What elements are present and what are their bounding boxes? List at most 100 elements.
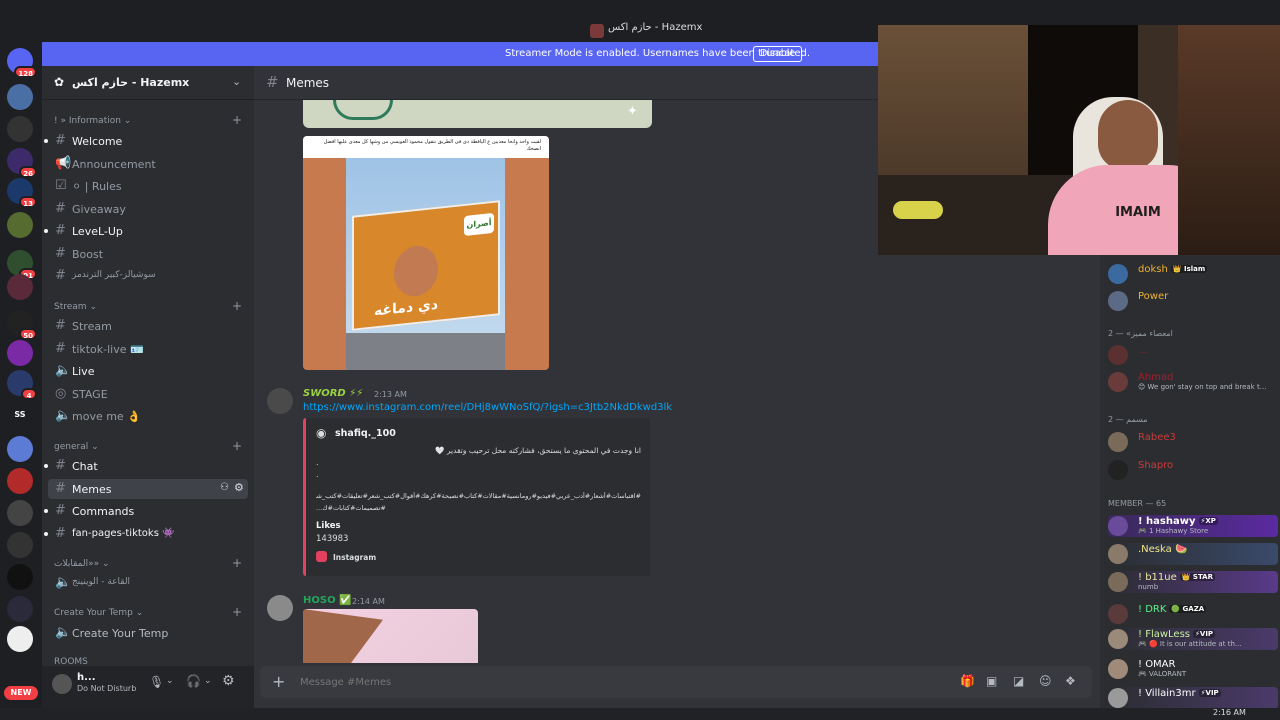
add-channel-button[interactable]: + xyxy=(232,605,242,619)
member-item[interactable]: ! OMAR 🎮 VALORANT xyxy=(1108,658,1278,680)
meme-image-attachment[interactable]: لقيت واحد وانحا معديين ع اليافطة دى فى ا… xyxy=(303,136,549,370)
member-item[interactable]: doksh 👑 Islam xyxy=(1108,263,1278,285)
member-item[interactable]: Rabee3 xyxy=(1108,431,1278,453)
chevron-down-icon: ⌄ xyxy=(232,75,242,88)
channel-rules[interactable]: ☑ ⚪ | Rules xyxy=(48,176,248,196)
channel-tiktok-live[interactable]: # tiktok-live 🪪 xyxy=(48,339,248,359)
add-channel-button[interactable]: + xyxy=(232,556,242,570)
channel-giveaway[interactable]: # Giveaway xyxy=(48,199,248,219)
apps-icon[interactable]: ❖ xyxy=(1065,674,1076,688)
add-channel-button[interactable]: + xyxy=(232,439,242,453)
message-input[interactable] xyxy=(300,672,900,692)
channel-label: tiktok-live 🪪 xyxy=(72,343,144,356)
message-link[interactable]: https://www.instagram.com/reel/DHj8wWNoS… xyxy=(303,402,672,413)
channel-boost[interactable]: # Boost xyxy=(48,244,248,264)
direct-messages-icon[interactable]: 128 xyxy=(7,48,37,78)
image-attachment[interactable] xyxy=(303,609,478,663)
member-item[interactable]: ! Villain3mr ⚡VIP xyxy=(1108,687,1278,709)
member-item[interactable]: ! b11ue 👑 STAR numb xyxy=(1108,571,1278,593)
add-attachment-icon[interactable]: + xyxy=(272,672,285,691)
server-icon[interactable] xyxy=(7,532,33,558)
server-icon[interactable] xyxy=(7,564,33,590)
server-icon[interactable] xyxy=(7,436,33,462)
server-badge: 50 xyxy=(19,328,37,340)
server-icon[interactable] xyxy=(7,500,33,526)
previous-image-attachment[interactable]: ✦ xyxy=(303,100,652,128)
channel-stream[interactable]: # Stream xyxy=(48,316,248,336)
gear-icon[interactable]: ⚙ xyxy=(234,481,244,494)
channel-chat[interactable]: # Chat xyxy=(44,456,248,476)
channel-social[interactable]: # سوشيالز-كبير الترندمز xyxy=(48,266,248,286)
person-head xyxy=(1098,100,1158,170)
gif-icon[interactable]: ▣ xyxy=(986,674,997,688)
server-icon[interactable] xyxy=(7,274,33,300)
server-icon[interactable] xyxy=(7,212,33,238)
hash-icon: # xyxy=(55,246,66,261)
member-item[interactable]: Power xyxy=(1108,290,1278,312)
member-item[interactable]: Ahmad 😊 We gon' stay on top and break t..… xyxy=(1108,371,1278,393)
disable-streamer-mode-button[interactable]: Disable xyxy=(753,46,803,62)
guild-header[interactable]: ✿ حازم اكس - Hazemx ⌄ xyxy=(42,66,254,100)
channel-announcement[interactable]: 📢 Announcement xyxy=(48,154,248,174)
invite-icon[interactable]: ⚇ xyxy=(220,482,229,493)
message-author[interactable]: HOSO ✅ xyxy=(303,595,352,606)
member-item[interactable]: ! DRK 🟢 GAZA xyxy=(1108,603,1278,625)
member-tag: ⚡VIP xyxy=(1193,630,1216,638)
channel-ar-room[interactable]: 🔈 القاعة - الوينينج xyxy=(48,573,248,593)
channel-move-me[interactable]: 🔈 move me 👌 xyxy=(48,406,248,426)
channel-memes[interactable]: # Memes ⚇ ⚙ xyxy=(48,479,248,499)
server-icon[interactable] xyxy=(7,340,33,366)
channel-commands[interactable]: # Commands xyxy=(44,501,248,521)
member-item[interactable]: Shapro xyxy=(1108,459,1278,481)
streamer-mode-banner: Streamer Mode is enabled. Usernames have… xyxy=(42,42,878,66)
member-item[interactable]: ! FlawLess ⚡VIP 🎮 🔴 It is our attitude at … xyxy=(1108,628,1278,650)
channel-label: سوشيالز-كبير الترندمز xyxy=(72,270,156,280)
avatar[interactable] xyxy=(267,388,293,414)
server-ss-icon[interactable]: SS xyxy=(7,402,33,428)
new-servers-pill[interactable]: NEW xyxy=(4,686,38,700)
avatar[interactable] xyxy=(52,674,72,694)
server-icon[interactable] xyxy=(7,468,33,494)
message-composer: + 🎁 ▣ ◪ ☺ ❖ xyxy=(260,666,1092,698)
chevron-down-icon[interactable]: ⌄ xyxy=(166,676,174,686)
microphone-icon[interactable]: 🎙 xyxy=(149,675,164,689)
add-channel-button[interactable]: + xyxy=(232,299,242,313)
sticker-icon[interactable]: ◪ xyxy=(1013,674,1024,688)
channel-levelup[interactable]: # LeveL-Up xyxy=(44,221,248,241)
channel-create-temp[interactable]: 🔈 Create Your Temp xyxy=(48,623,248,643)
message-author[interactable]: SWORD ⚡⚡ xyxy=(303,388,363,399)
channel-welcome[interactable]: # Welcome xyxy=(44,131,248,151)
category-create-temp[interactable]: Create Your Temp ⌄ xyxy=(54,608,143,618)
server-icon[interactable]: 26 xyxy=(7,148,37,178)
server-icon[interactable] xyxy=(7,626,33,652)
server-icon[interactable]: 4 xyxy=(7,370,37,400)
gift-icon[interactable]: 🎁 xyxy=(960,674,975,688)
add-channel-button[interactable]: + xyxy=(232,113,242,127)
avatar[interactable] xyxy=(267,595,293,621)
billboard: أصران دي دماغه xyxy=(352,200,500,331)
member-name-text: doksh xyxy=(1138,264,1168,275)
category-information[interactable]: ! » Information ⌄ xyxy=(54,116,131,126)
category-general[interactable]: general ⌄ xyxy=(54,442,99,452)
category-label: المقابلات»» xyxy=(54,559,100,569)
headphones-icon[interactable]: 🎧 xyxy=(186,674,201,688)
member-item[interactable]: ! hashawy ⚡XP 🎮 1 Hashawy Store xyxy=(1108,515,1278,537)
channel-stage[interactable]: ◎ STAGE xyxy=(48,384,248,404)
server-icon[interactable] xyxy=(7,596,33,622)
server-icon[interactable]: 91 xyxy=(7,250,37,280)
chevron-down-icon[interactable]: ⌄ xyxy=(204,676,212,686)
emoji-icon[interactable]: ☺ xyxy=(1039,674,1052,688)
category-ar-rooms[interactable]: المقابلات»» ⌄ xyxy=(54,559,110,569)
member-item[interactable]: .Neska 🍉 xyxy=(1108,543,1278,565)
server-icon[interactable]: 50 xyxy=(7,310,37,340)
gear-icon[interactable]: ⚙ xyxy=(222,673,235,689)
channel-live[interactable]: 🔈 Live xyxy=(48,361,248,381)
member-category: MEMBER — 65 xyxy=(1108,499,1167,508)
channel-fan-pages[interactable]: # fan-pages-tiktoks 👾 xyxy=(44,524,248,544)
category-stream[interactable]: Stream ⌄ xyxy=(54,302,97,312)
server-icon[interactable]: 13 xyxy=(7,178,37,208)
embed-author[interactable]: shafiq._100 xyxy=(335,428,396,439)
member-item[interactable]: ... xyxy=(1108,344,1278,366)
server-icon[interactable] xyxy=(7,84,33,110)
server-icon[interactable] xyxy=(7,116,33,142)
